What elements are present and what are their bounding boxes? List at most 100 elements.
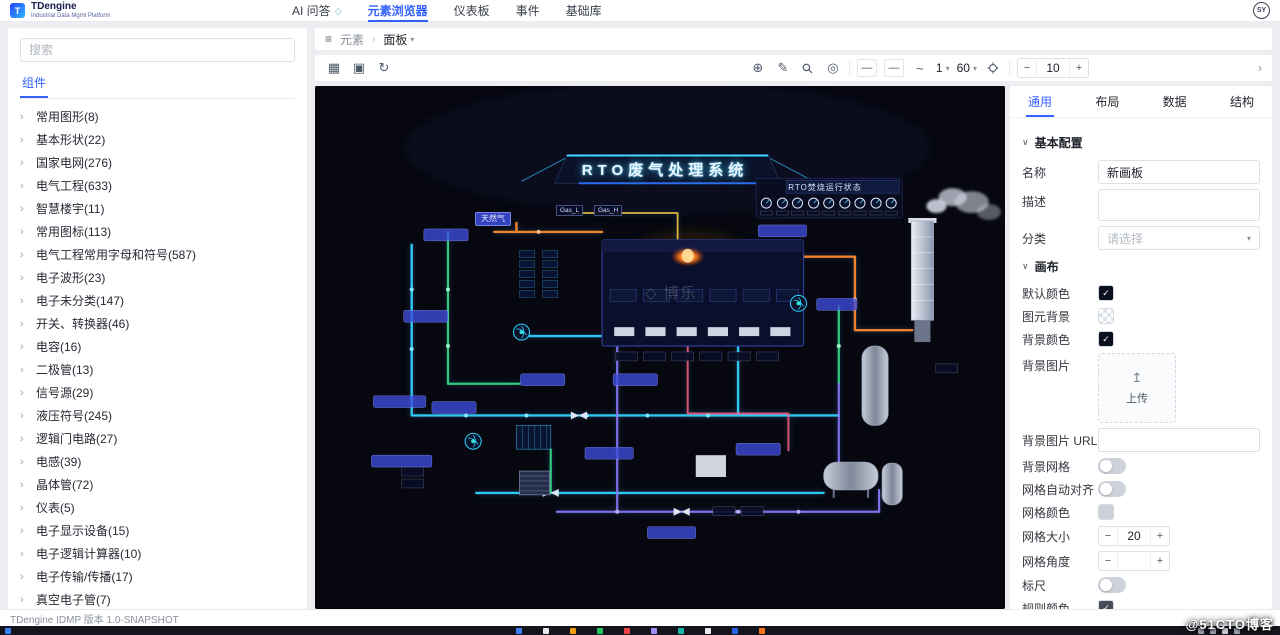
nav-ai-qa[interactable]: AI 问答 ◇ <box>292 0 342 22</box>
tag-gas-high[interactable]: Gas_H <box>594 205 623 216</box>
stepper-minus-button[interactable]: − <box>1099 527 1117 545</box>
taskbar-icon[interactable] <box>623 627 630 634</box>
field-label: 图元背景 <box>1022 309 1071 324</box>
element-bg-swatch[interactable] <box>1098 308 1114 324</box>
sidebar-category-item[interactable]: › 仪表(5) <box>20 496 295 519</box>
taskbar-icon[interactable] <box>731 627 738 634</box>
rule-color-swatch[interactable]: ✓ <box>1098 600 1114 609</box>
sidebar-category-item[interactable]: › 电子逻辑计算器(10) <box>20 542 295 565</box>
status-panel-title[interactable]: RTO焚烧运行状态 <box>755 182 895 193</box>
search-input[interactable] <box>20 38 295 62</box>
sidebar-category-item[interactable]: › 电子显示设备(15) <box>20 519 295 542</box>
search-magnifier-icon[interactable] <box>799 59 817 77</box>
sidebar-category-item[interactable]: › 电感(39) <box>20 450 295 473</box>
breadcrumb-current[interactable]: 面板 ▾ <box>383 31 414 48</box>
default-color-swatch[interactable]: ✓ <box>1098 285 1114 301</box>
collapse-panel-chevron-icon[interactable]: › <box>1258 61 1262 75</box>
image-frame-icon[interactable]: ▣ <box>350 59 368 77</box>
sidebar-category-item[interactable]: › 电气工程常用字母和符号(587) <box>20 243 295 266</box>
grid-view-icon[interactable]: ▦ <box>325 59 343 77</box>
breadcrumb-root[interactable]: 元素 <box>340 31 364 48</box>
taskbar-icon[interactable] <box>758 627 765 634</box>
chevron-down-icon: ▾ <box>410 34 415 44</box>
zoom-level-select[interactable]: 1 ▾ <box>936 61 950 75</box>
target-crosshair-icon[interactable] <box>984 59 1002 77</box>
section-canvas-config[interactable]: ∨ 画布 <box>1022 258 1260 275</box>
stepper-minus-button[interactable]: − <box>1018 59 1036 77</box>
description-textarea[interactable] <box>1098 189 1260 221</box>
tab-data[interactable]: 数据 <box>1163 86 1187 117</box>
bg-image-url-input[interactable] <box>1098 428 1260 452</box>
sidebar-category-item[interactable]: › 电子波形(23) <box>20 266 295 289</box>
category-select[interactable]: 请选择 ▾ <box>1098 226 1260 250</box>
sidebar-category-item[interactable]: › 电子传输/传播(17) <box>20 565 295 588</box>
location-pin-icon[interactable]: ◎ <box>824 59 842 77</box>
brand-logo[interactable]: T TDengine Industrial Data Mgmt Platform <box>10 2 292 19</box>
design-canvas[interactable]: RTO废气处理系统 RTO焚烧运行状态 天然气 Gas_L Gas_H ◇ 博乐 <box>315 86 1005 609</box>
nav-element-browser[interactable]: 元素浏览器 <box>367 0 428 22</box>
stepper-plus-button[interactable]: + <box>1151 552 1169 570</box>
panel-list-icon[interactable]: ≡ <box>325 32 332 46</box>
zoom-in-icon[interactable]: ⊕ <box>749 59 767 77</box>
refresh-icon[interactable]: ↻ <box>375 59 393 77</box>
bg-color-row: 背景颜色 ✓ <box>1022 330 1260 348</box>
nav-dashboard[interactable]: 仪表板 <box>454 0 490 22</box>
sidebar-category-item[interactable]: › 常用图形(8) <box>20 105 295 128</box>
grid-color-swatch[interactable] <box>1098 504 1114 520</box>
ruler-toggle[interactable] <box>1098 577 1126 593</box>
tag-gas-low[interactable]: Gas_L <box>556 205 584 216</box>
chevron-right-icon: › <box>20 432 24 445</box>
name-input[interactable] <box>1098 160 1260 184</box>
sidebar-category-item[interactable]: › 二极管(13) <box>20 358 295 381</box>
tab-layout[interactable]: 布局 <box>1095 86 1119 117</box>
line-style-button[interactable]: — <box>856 59 877 77</box>
pen-icon[interactable]: ✎ <box>774 59 792 77</box>
curve-wave-icon[interactable]: ~ <box>911 59 929 77</box>
taskbar-icon[interactable] <box>515 627 522 634</box>
grid-angle-value[interactable] <box>1117 552 1151 570</box>
sidebar-category-item[interactable]: › 智慧楼宇(11) <box>20 197 295 220</box>
grid-step-select[interactable]: 60 ▾ <box>957 61 977 75</box>
sidebar-category-item[interactable]: › 电气工程(633) <box>20 174 295 197</box>
category-label: 真空电子管(7) <box>36 593 111 607</box>
sidebar-category-item[interactable]: › 真空电子管(7) <box>20 588 295 609</box>
section-basic-config[interactable]: ∨ 基本配置 <box>1022 134 1260 151</box>
line-weight-button[interactable]: — <box>883 59 904 77</box>
taskbar-icon[interactable] <box>542 627 549 634</box>
bg-grid-toggle[interactable] <box>1098 458 1126 474</box>
sidebar-category-item[interactable]: › 信号源(29) <box>20 381 295 404</box>
user-avatar[interactable]: SY <box>1253 2 1270 19</box>
tab-components[interactable]: 组件 <box>20 70 49 98</box>
sidebar-category-item[interactable]: › 电容(16) <box>20 335 295 358</box>
grid-size-value[interactable]: 20 <box>1117 527 1151 545</box>
sidebar-category-item[interactable]: › 开关、转换器(46) <box>20 312 295 335</box>
tab-structure[interactable]: 结构 <box>1230 86 1254 117</box>
diagram-title[interactable]: RTO废气处理系统 <box>545 159 785 180</box>
grid-snap-toggle[interactable] <box>1098 481 1126 497</box>
taskbar-icon[interactable] <box>569 627 576 634</box>
stepper-plus-button[interactable]: + <box>1151 527 1169 545</box>
tab-general[interactable]: 通用 <box>1025 86 1055 117</box>
nav-base-library[interactable]: 基础库 <box>566 0 602 22</box>
chevron-down-icon: ▾ <box>1246 233 1251 243</box>
taskbar-icon[interactable] <box>677 627 684 634</box>
field-label: 网格自动对齐 <box>1022 482 1095 497</box>
label-chip-gas[interactable]: 天然气 <box>475 212 511 226</box>
bg-color-swatch[interactable]: ✓ <box>1098 331 1114 347</box>
stepper-minus-button[interactable]: − <box>1099 552 1117 570</box>
sidebar-category-item[interactable]: › 常用图标(113) <box>20 220 295 243</box>
sidebar-category-item[interactable]: › 电子未分类(147) <box>20 289 295 312</box>
stepper-value[interactable]: 10 <box>1036 59 1070 77</box>
stepper-plus-button[interactable]: + <box>1070 59 1088 77</box>
sidebar-category-item[interactable]: › 国家电网(276) <box>20 151 295 174</box>
bg-image-upload[interactable]: ↥ 上传 <box>1098 353 1176 423</box>
taskbar-icon[interactable] <box>650 627 657 634</box>
sidebar-category-item[interactable]: › 基本形状(22) <box>20 128 295 151</box>
taskbar-icon[interactable] <box>704 627 711 634</box>
sidebar-category-item[interactable]: › 晶体管(72) <box>20 473 295 496</box>
sidebar-category-item[interactable]: › 液压符号(245) <box>20 404 295 427</box>
taskbar-icon[interactable] <box>5 627 11 634</box>
taskbar-icon[interactable] <box>596 627 603 634</box>
sidebar-category-item[interactable]: › 逻辑门电路(27) <box>20 427 295 450</box>
nav-events[interactable]: 事件 <box>516 0 540 22</box>
